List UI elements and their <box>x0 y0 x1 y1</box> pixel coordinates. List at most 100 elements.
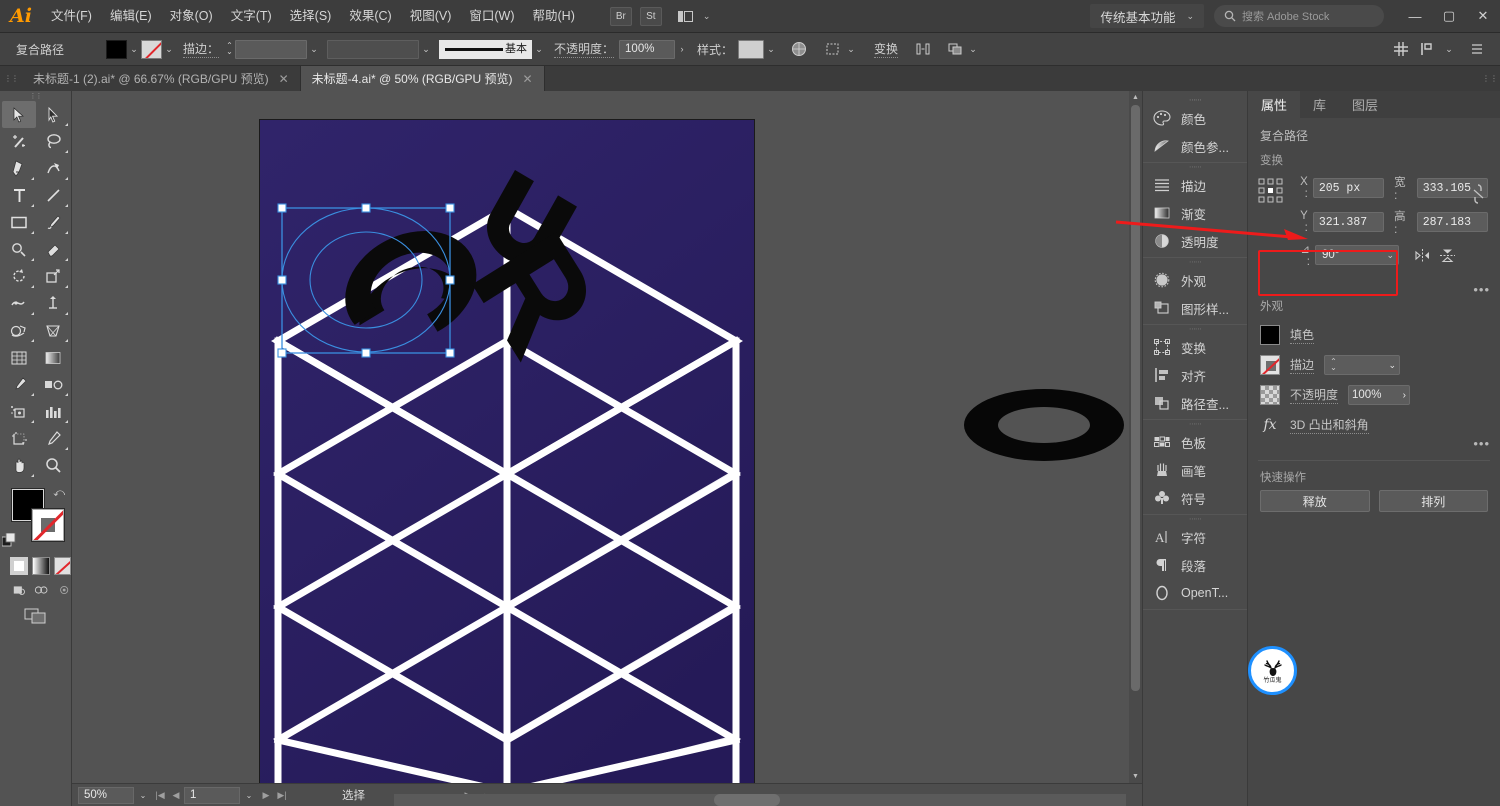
stock-search-input[interactable]: 搜索 Adobe Stock <box>1214 5 1384 27</box>
align-panel-icon[interactable] <box>1390 38 1412 60</box>
transform-menu[interactable]: 变换 <box>874 40 899 58</box>
chevron-down-icon[interactable]: ⌄ <box>419 40 433 59</box>
height-input[interactable]: 287.183 <box>1416 212 1488 232</box>
menu-select[interactable]: 选择(S) <box>281 0 341 33</box>
draw-normal-icon[interactable] <box>12 583 26 597</box>
opacity-input[interactable]: 100% <box>619 39 676 59</box>
dock-item-color[interactable]: 颜色 <box>1143 104 1247 132</box>
artboard-dropdown-icon[interactable]: ⌄ <box>240 787 258 804</box>
artboard-number-input[interactable]: 1 <box>184 786 240 804</box>
chevron-down-icon[interactable]: ⌄ <box>1388 360 1396 371</box>
blend-tool[interactable] <box>36 371 70 398</box>
magic-wand-tool[interactable] <box>2 128 36 155</box>
width-tool[interactable] <box>2 290 36 317</box>
draw-inside-icon[interactable] <box>57 583 71 597</box>
first-artboard-icon[interactable]: |◀ <box>152 790 168 801</box>
rotation-angle-input[interactable]: 90° ⌄ <box>1315 245 1399 265</box>
reference-point-selector[interactable] <box>1258 178 1284 204</box>
dock-item-appearance[interactable]: 外观 <box>1143 266 1247 294</box>
default-fill-stroke-icon[interactable] <box>1 532 16 547</box>
panel-menu-icon[interactable] <box>1466 38 1488 60</box>
canvas-horizontal-scrollbar[interactable] <box>394 794 1126 806</box>
pen-tool[interactable] <box>2 155 36 182</box>
workspace-switcher[interactable]: 传统基本功能 ⌄ <box>1090 4 1204 28</box>
opacity-flyout-icon[interactable]: › <box>675 40 689 59</box>
zoom-dropdown-icon[interactable]: ⌄ <box>134 787 152 804</box>
artboard-tool[interactable] <box>2 425 36 452</box>
stroke-color-swatch[interactable] <box>1260 355 1280 375</box>
horizontal-scroll-thumb[interactable] <box>714 794 780 806</box>
select-similar-icon[interactable] <box>822 38 844 60</box>
scroll-down-icon[interactable]: ▼ <box>1129 770 1142 783</box>
rotate-tool[interactable] <box>2 263 36 290</box>
shape-builder-tool[interactable] <box>2 317 36 344</box>
dock-item-color-guide[interactable]: 颜色参... <box>1143 132 1247 160</box>
maximize-button[interactable]: ▢ <box>1432 0 1466 33</box>
eraser-tool[interactable] <box>36 236 70 263</box>
screen-mode-icon[interactable] <box>22 607 50 625</box>
scale-tool[interactable] <box>36 263 70 290</box>
dock-item-opentype[interactable]: OpenT... <box>1143 579 1247 607</box>
dock-item-align[interactable]: 对齐 <box>1143 361 1247 389</box>
transform-more-options[interactable]: ••• <box>1473 282 1490 297</box>
gradient-button[interactable] <box>32 557 50 575</box>
type-tool[interactable] <box>2 182 36 209</box>
scroll-up-icon[interactable]: ▲ <box>1129 91 1142 104</box>
stroke-weight-stepper[interactable]: ⌃ ⌄ <box>1328 358 1339 372</box>
effect-label[interactable]: 3D 凸出和斜角 <box>1290 416 1369 434</box>
draw-behind-icon[interactable] <box>34 583 48 597</box>
chevron-down-icon[interactable]: ⌄ <box>1386 250 1394 261</box>
zoom-tool[interactable] <box>36 452 70 479</box>
arrange-button[interactable]: 排列 <box>1378 490 1488 512</box>
flip-vertical-icon[interactable] <box>1437 245 1457 265</box>
symbol-sprayer-tool[interactable] <box>2 398 36 425</box>
canvas-vertical-scrollbar[interactable]: ▲ ▼ <box>1129 91 1142 783</box>
close-button[interactable]: ✕ <box>1466 0 1500 33</box>
document-tab-2[interactable]: 未标题-4.ai* @ 50% (RGB/GPU 预览) ✕ <box>300 66 545 91</box>
tab-overflow-icon[interactable]: ⋮⋮ <box>1480 66 1500 91</box>
close-icon[interactable]: ✕ <box>279 72 289 86</box>
no-color-button[interactable] <box>53 557 71 575</box>
tab-libraries[interactable]: 库 <box>1300 91 1339 118</box>
menu-type[interactable]: 文字(T) <box>222 0 281 33</box>
bridge-icon[interactable]: Br <box>609 6 632 26</box>
gradient-tool[interactable] <box>36 344 70 371</box>
pathfinder-panel-icon[interactable] <box>1416 38 1438 60</box>
fill-swatch[interactable] <box>106 39 127 59</box>
zoom-level-input[interactable]: 50% <box>78 786 134 804</box>
y-input[interactable]: 321.387 <box>1312 212 1385 232</box>
lasso-tool[interactable] <box>36 128 70 155</box>
dock-item-stroke[interactable]: 描边 <box>1143 171 1247 199</box>
broken-link-icon[interactable] <box>1471 183 1486 208</box>
dock-item-pathfinder[interactable]: 路径查... <box>1143 389 1247 417</box>
dock-item-character[interactable]: A 字符 <box>1143 523 1247 551</box>
stroke-weight-input[interactable] <box>235 39 308 59</box>
chevron-down-icon[interactable]: ⌄ <box>844 40 858 59</box>
menu-view[interactable]: 视图(V) <box>401 0 461 33</box>
brush-preview[interactable] <box>439 39 510 59</box>
curvature-tool[interactable] <box>36 155 70 182</box>
menu-help[interactable]: 帮助(H) <box>524 0 584 33</box>
direct-selection-tool[interactable] <box>36 101 70 128</box>
arrange-icon[interactable] <box>944 38 966 60</box>
rectangle-tool[interactable] <box>2 209 36 236</box>
dock-item-paragraph[interactable]: 段落 <box>1143 551 1247 579</box>
close-icon[interactable]: ✕ <box>523 72 533 86</box>
mesh-tool[interactable] <box>2 344 36 371</box>
fill-color-swatch[interactable] <box>1260 325 1280 345</box>
canvas-area[interactable]: ▲ ▼ <box>72 91 1142 783</box>
selection-tool[interactable] <box>2 101 36 128</box>
swap-fill-stroke-icon[interactable]: ⤺ <box>53 487 65 500</box>
arrange-documents-icon[interactable] <box>674 7 698 26</box>
menu-file[interactable]: 文件(F) <box>42 0 101 33</box>
stock-icon[interactable]: St <box>639 6 662 26</box>
opacity-mask-icon[interactable] <box>788 38 810 60</box>
solid-color-button[interactable] <box>10 557 29 575</box>
align-icon[interactable] <box>912 38 934 60</box>
stroke-weight-stepper[interactable]: ⌃ ⌄ <box>224 42 235 56</box>
opacity-input[interactable]: 100% › <box>1348 385 1411 405</box>
column-graph-tool[interactable] <box>36 398 70 425</box>
tab-properties[interactable]: 属性 <box>1248 91 1301 118</box>
letter-o-shape[interactable] <box>962 386 1126 464</box>
chevron-down-icon[interactable]: ⌄ <box>1442 40 1456 59</box>
